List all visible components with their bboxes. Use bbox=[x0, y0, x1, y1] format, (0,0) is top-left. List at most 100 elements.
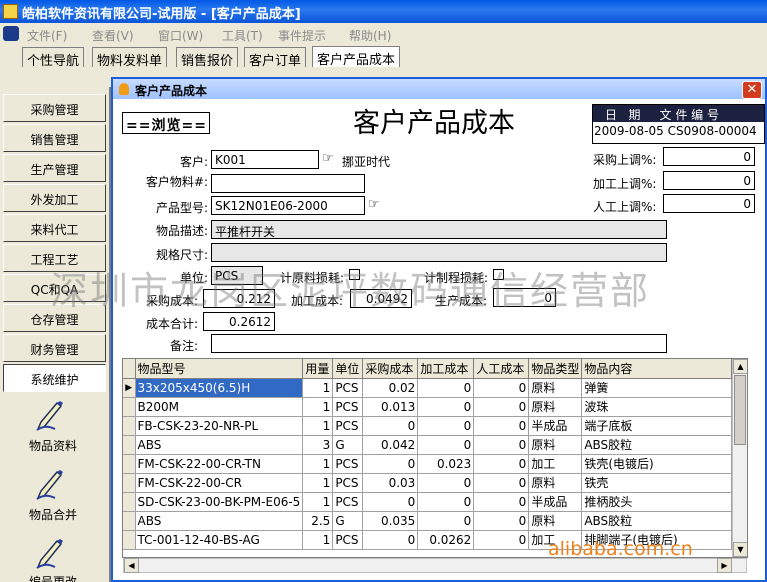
column-header[interactable]: 物品内容 bbox=[581, 359, 733, 379]
sidebar-item-purchasing[interactable]: 采购管理 bbox=[3, 94, 106, 122]
table-cell[interactable]: 0 bbox=[362, 454, 419, 474]
row-indicator[interactable] bbox=[123, 397, 136, 417]
remark-field[interactable] bbox=[211, 334, 667, 353]
row-indicator[interactable] bbox=[123, 416, 136, 436]
scroll-up-icon[interactable]: ▲ bbox=[733, 359, 747, 374]
table-cell[interactable]: 0 bbox=[473, 454, 530, 474]
table-cell[interactable]: 3 bbox=[302, 435, 334, 455]
table-cell[interactable]: 加工 bbox=[528, 530, 583, 550]
row-indicator[interactable] bbox=[123, 511, 136, 531]
table-cell[interactable]: 原料 bbox=[528, 473, 583, 493]
table-cell[interactable]: 原料 bbox=[528, 378, 583, 398]
tab-material-issue[interactable]: 物料发料单 bbox=[92, 47, 168, 69]
column-header[interactable]: 单位 bbox=[332, 359, 364, 379]
table-cell[interactable]: 0 bbox=[473, 511, 530, 531]
table-cell[interactable]: ABS胶粒 bbox=[581, 511, 733, 531]
menu-tools[interactable]: 工具(T) bbox=[222, 27, 263, 44]
row-indicator[interactable] bbox=[123, 454, 136, 474]
table-row[interactable]: B200M 1 PCS 0.013 0 0 原料 波珠 bbox=[123, 397, 733, 417]
table-cell[interactable]: FM-CSK-22-00-CR bbox=[135, 473, 304, 493]
table-cell[interactable]: 0 bbox=[473, 530, 530, 550]
table-row[interactable]: SD-CSK-23-00-BK-PM-E06-5 1 PCS 0 0 0 半成品 推柄胶头 bbox=[123, 492, 733, 512]
table-cell[interactable]: 1 bbox=[302, 530, 334, 550]
table-cell[interactable]: 0.03 bbox=[362, 473, 419, 493]
column-header[interactable]: 物品型号 bbox=[135, 359, 304, 379]
column-header[interactable]: 人工成本 bbox=[473, 359, 530, 379]
table-cell[interactable]: 加工 bbox=[528, 454, 583, 474]
sidebar-item-sales[interactable]: 销售管理 bbox=[3, 124, 106, 152]
material-loss-checkbox[interactable] bbox=[349, 269, 360, 280]
menu-help[interactable]: 帮助(H) bbox=[349, 27, 391, 44]
sidebar-item-engineering[interactable]: 工程工艺 bbox=[3, 244, 106, 272]
table-row[interactable]: FB-CSK-23-20-NR-PL 1 PCS 0 0 0 半成品 端子底板 bbox=[123, 416, 733, 436]
table-cell[interactable]: 半成品 bbox=[528, 492, 583, 512]
table-cell[interactable]: 端子底板 bbox=[581, 416, 733, 436]
table-cell[interactable]: 1 bbox=[302, 473, 334, 493]
table-cell[interactable]: 0 bbox=[417, 473, 475, 493]
table-row[interactable]: ABS 2.5 G 0.035 0 0 原料 ABS胶粒 bbox=[123, 511, 733, 531]
table-cell[interactable]: 0.035 bbox=[362, 511, 419, 531]
vertical-scrollbar[interactable]: ▲ ▼ bbox=[732, 359, 747, 557]
table-cell[interactable]: SD-CSK-23-00-BK-PM-E06-5 bbox=[135, 492, 304, 512]
table-cell[interactable]: 0 bbox=[473, 492, 530, 512]
table-cell[interactable]: 0 bbox=[473, 397, 530, 417]
table-cell[interactable]: ABS bbox=[135, 435, 304, 455]
scroll-left-icon[interactable]: ◀ bbox=[124, 558, 139, 573]
table-cell[interactable]: B200M bbox=[135, 397, 304, 417]
tab-sales-quote[interactable]: 销售报价 bbox=[176, 47, 239, 69]
sidebar-item-finance[interactable]: 财务管理 bbox=[3, 334, 106, 362]
table-cell[interactable]: 1 bbox=[302, 416, 334, 436]
table-cell[interactable]: 原料 bbox=[528, 397, 583, 417]
table-cell[interactable]: 铁壳 bbox=[581, 473, 733, 493]
description-field[interactable]: 平推杆开关 bbox=[211, 220, 667, 239]
scroll-thumb[interactable] bbox=[734, 375, 746, 445]
table-cell[interactable]: 0 bbox=[417, 397, 475, 417]
menu-window[interactable]: 窗口(W) bbox=[158, 27, 203, 44]
row-indicator[interactable] bbox=[123, 473, 136, 493]
table-cell[interactable]: 推柄胶头 bbox=[581, 492, 733, 512]
tool-code-change[interactable]: 编号更改 bbox=[0, 573, 106, 582]
menu-event-alerts[interactable]: 事件提示 bbox=[278, 27, 326, 44]
process-adjust-field[interactable]: 0 bbox=[663, 171, 755, 190]
table-cell[interactable]: 0 bbox=[362, 416, 419, 436]
table-cell[interactable]: G bbox=[332, 511, 364, 531]
customer-material-field[interactable] bbox=[211, 174, 365, 193]
table-cell[interactable]: 波珠 bbox=[581, 397, 733, 417]
menu-file[interactable]: 文件(F) bbox=[27, 27, 67, 44]
row-indicator[interactable] bbox=[123, 492, 136, 512]
tab-customer-order[interactable]: 客户订单 bbox=[244, 47, 307, 69]
table-cell[interactable]: 0 bbox=[473, 416, 530, 436]
table-cell[interactable]: G bbox=[332, 435, 364, 455]
tool-item-merge[interactable]: 物品合并 bbox=[0, 506, 106, 523]
table-cell[interactable]: FM-CSK-22-00-CR-TN bbox=[135, 454, 304, 474]
table-cell[interactable]: 1 bbox=[302, 378, 334, 398]
product-model-field[interactable]: SK12N01E06-2000 bbox=[211, 196, 365, 215]
unit-field[interactable]: PCS bbox=[211, 266, 263, 285]
hand-pointer-icon[interactable]: ☞ bbox=[368, 197, 380, 212]
sidebar-item-outsourcing[interactable]: 外发加工 bbox=[3, 184, 106, 212]
column-header[interactable]: 加工成本 bbox=[417, 359, 475, 379]
column-header[interactable]: 物品类型 bbox=[528, 359, 583, 379]
table-cell[interactable]: PCS bbox=[332, 378, 364, 398]
table-cell[interactable]: 0.02 bbox=[362, 378, 419, 398]
table-cell[interactable]: ABS胶粒 bbox=[581, 435, 733, 455]
table-cell[interactable]: PCS bbox=[332, 530, 364, 550]
pen-icon[interactable] bbox=[35, 469, 67, 501]
menu-app-icon[interactable] bbox=[3, 26, 19, 41]
table-cell[interactable]: PCS bbox=[332, 416, 364, 436]
sidebar-item-contract-processing[interactable]: 来料代工 bbox=[3, 214, 106, 242]
close-icon[interactable]: ✕ bbox=[742, 81, 762, 99]
row-indicator[interactable] bbox=[123, 530, 136, 550]
process-cost-field[interactable]: 0.0492 bbox=[350, 289, 412, 308]
menu-view[interactable]: 查看(V) bbox=[92, 27, 134, 44]
scroll-down-icon[interactable]: ▼ bbox=[733, 542, 747, 557]
table-cell[interactable]: PCS bbox=[332, 473, 364, 493]
table-row[interactable]: FM-CSK-22-00-CR-TN 1 PCS 0 0.023 0 加工 铁壳(电镀后) bbox=[123, 454, 733, 474]
table-cell[interactable]: 1 bbox=[302, 397, 334, 417]
table-cell[interactable]: 排脚端子(电镀后) bbox=[581, 530, 733, 550]
customer-code-field[interactable]: K001 bbox=[211, 150, 319, 169]
table-cell[interactable]: ABS bbox=[135, 511, 304, 531]
table-cell[interactable]: 原料 bbox=[528, 511, 583, 531]
table-cell[interactable]: 0 bbox=[362, 492, 419, 512]
hand-pointer-icon[interactable]: ☞ bbox=[322, 151, 334, 166]
